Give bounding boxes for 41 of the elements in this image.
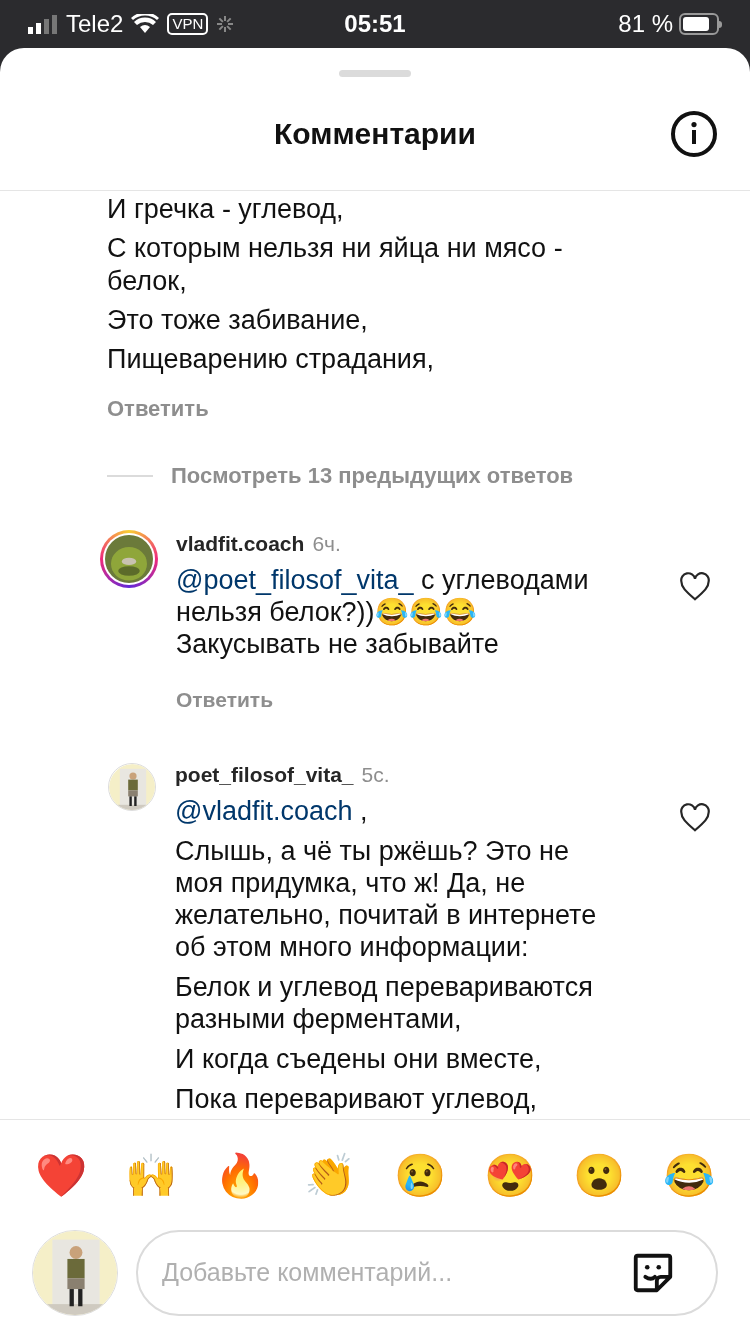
mention-link[interactable]: @poet_filosof_vita_ — [176, 564, 414, 595]
info-icon[interactable] — [670, 109, 718, 158]
battery-icon — [679, 13, 722, 35]
emoji-reaction[interactable]: ❤ — [36, 1148, 86, 1204]
comment-text: @poet_filosof_vita_ с углеводами нельзя белок?))😂😂😂 Закусывать не забывайте — [176, 563, 590, 660]
reply-link[interactable]: Ответить — [107, 392, 209, 425]
heart-icon[interactable] — [678, 802, 712, 833]
username[interactable]: vladfit.coach — [176, 528, 305, 560]
comment-field[interactable]: Добавьте комментарий... — [136, 1230, 718, 1316]
emoji-reaction[interactable]: 😢 — [394, 1148, 445, 1204]
heart-icon[interactable] — [678, 571, 712, 602]
emoji-reaction[interactable]: 😍 — [484, 1148, 535, 1204]
reply-link[interactable]: Ответить — [176, 683, 274, 715]
username[interactable]: poet_filosof_vita_ — [175, 759, 354, 791]
comment-text: @vladfit.coach , — [175, 794, 369, 827]
wifi-icon — [131, 14, 160, 34]
signal-icon — [28, 14, 58, 34]
battery-percent: 81 % — [618, 9, 673, 39]
emoji-reaction[interactable]: 😂 — [663, 1148, 714, 1204]
drag-handle[interactable] — [339, 70, 411, 77]
comment-text: С которым нельзя ни яйца ни мясо - белок, — [107, 232, 564, 298]
mention-link[interactable]: @vladfit.coach — [175, 795, 353, 826]
story-ring[interactable] — [100, 530, 158, 588]
view-replies-link[interactable]: Посмотреть 13 предыдущих ответов — [171, 459, 574, 492]
sheet-title: Комментарии — [274, 116, 476, 152]
comment-text: Пищеварению страдания, — [107, 343, 436, 376]
loading-icon — [216, 15, 235, 33]
emoji-reaction[interactable]: 🔥 — [215, 1148, 266, 1204]
comment-text: И гречка - углевод, — [107, 193, 345, 226]
emoji-reaction[interactable]: 😮 — [574, 1148, 625, 1204]
carrier-name: Tele2 — [66, 9, 124, 39]
vpn-badge: VPN — [167, 13, 209, 35]
comment-text: Белок и углевод перевариваются разными ферментами, — [175, 970, 594, 1035]
comment-input[interactable]: Добавьте комментарий... — [162, 1254, 630, 1292]
comment-time: 6ч. — [312, 531, 341, 557]
comment-time: 5с. — [361, 762, 390, 788]
comment-text: Пока переваривают углевод, — [175, 1082, 538, 1115]
comment-text: Это тоже забивание, — [107, 304, 369, 337]
comment-text: Слышь, а чё ты ржёшь? Это не моя придумка, что ж! Да, не желательно, почитай в интернете об этом много информации: — [175, 834, 598, 963]
clock: 05:51 — [343, 9, 407, 39]
comment-text: И когда съедены они вместе, — [175, 1042, 543, 1075]
